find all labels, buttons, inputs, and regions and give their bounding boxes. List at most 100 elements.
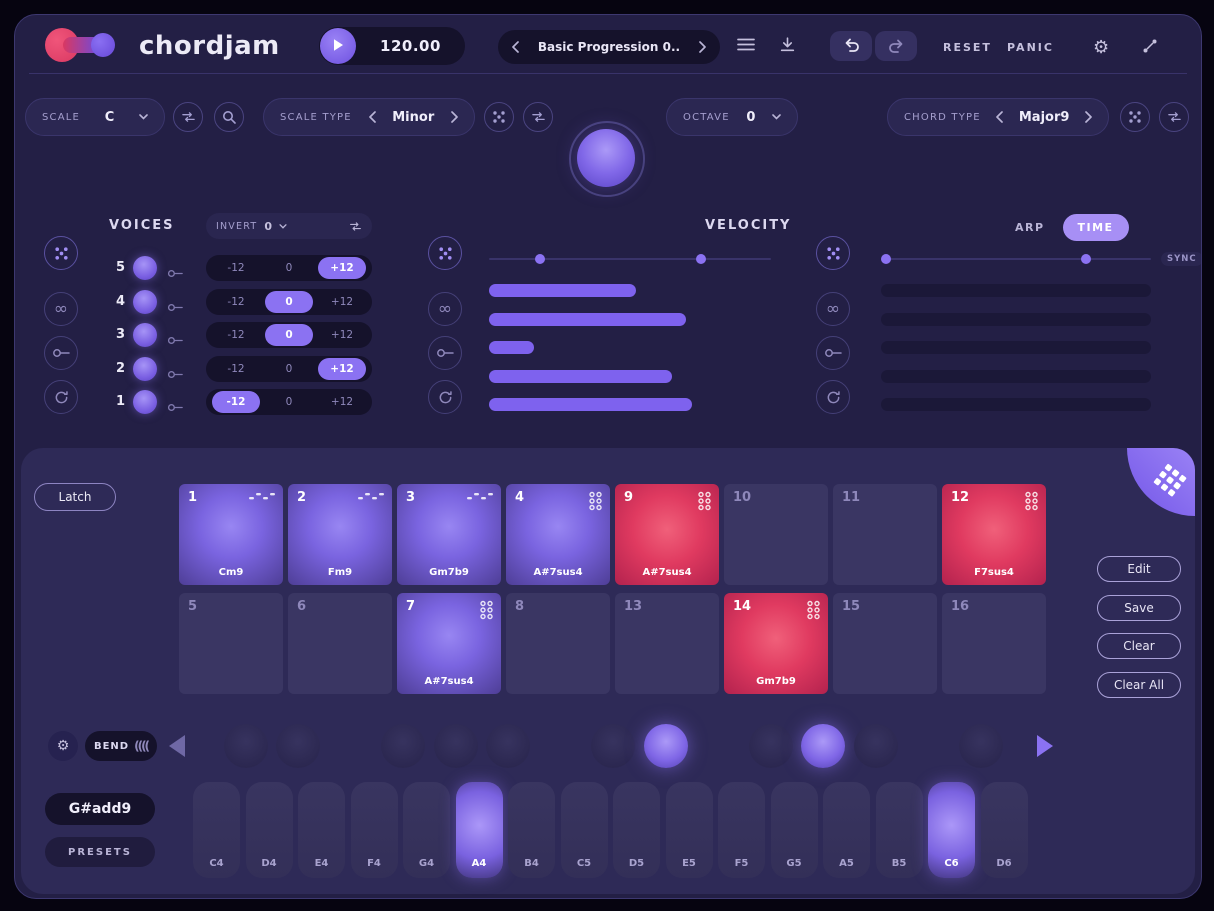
scale-type-selector[interactable]: SCALE TYPE Minor [263,98,475,136]
time-range-handle[interactable] [1081,254,1091,264]
velocity-bar[interactable] [489,370,771,383]
black-key-knob[interactable] [381,724,425,768]
transpose-zero[interactable]: 0 [265,358,313,380]
link-icon[interactable] [167,364,183,383]
white-key[interactable]: G5 [771,782,818,878]
black-key-knob[interactable] [224,724,268,768]
panic-button[interactable]: PANIC [1007,41,1054,54]
infinity-icon[interactable]: ∞ [44,292,78,326]
black-key-knob[interactable] [644,724,688,768]
white-key[interactable]: C5 [561,782,608,878]
black-key-knob[interactable] [801,724,845,768]
bpm-display[interactable]: 120.00 [356,37,465,55]
transpose-minus12[interactable]: -12 [212,291,260,313]
white-key[interactable]: E5 [666,782,713,878]
transpose-plus12[interactable]: +12 [318,257,366,279]
white-key[interactable]: F5 [718,782,765,878]
velocity-bar[interactable] [489,398,771,411]
menu-icon[interactable] [737,38,755,51]
chevron-left-icon[interactable] [369,111,376,123]
chevron-left-icon[interactable] [996,111,1003,123]
voice-toggle[interactable] [133,390,157,414]
presets-button[interactable]: PRESETS [45,837,155,867]
dice-icon[interactable] [484,102,514,132]
voice-toggle[interactable] [133,323,157,347]
infinity-icon[interactable]: ∞ [816,292,850,326]
transpose-minus12[interactable]: -12 [212,324,260,346]
time-bar[interactable] [881,313,1151,326]
reset-button[interactable]: RESET [943,41,992,54]
white-key[interactable]: A5 [823,782,870,878]
time-bar[interactable] [881,341,1151,354]
transpose-minus12[interactable]: -12 [212,391,260,413]
link-icon[interactable] [428,336,462,370]
transpose-zero[interactable]: 0 [265,391,313,413]
link-icon[interactable] [167,397,183,416]
white-key[interactable]: G4 [403,782,450,878]
link-icon[interactable] [816,336,850,370]
time-range-slider[interactable] [881,258,1151,260]
white-key[interactable]: C4 [193,782,240,878]
white-key[interactable]: F4 [351,782,398,878]
time-bar[interactable] [881,284,1151,297]
chevron-right-icon[interactable] [699,41,706,53]
velocity-range-slider[interactable] [489,258,771,260]
refresh-icon[interactable] [44,380,78,414]
redo-button[interactable] [875,31,917,61]
white-key[interactable]: B5 [876,782,923,878]
refresh-icon[interactable] [816,380,850,414]
voice-toggle[interactable] [133,290,157,314]
swap-icon[interactable] [523,102,553,132]
velocity-range-handle[interactable] [535,254,545,264]
velocity-bar[interactable] [489,341,771,354]
download-icon[interactable] [779,36,796,53]
octave-selector[interactable]: OCTAVE 0 [666,98,798,136]
swap-icon[interactable] [1159,102,1189,132]
voice-toggle[interactable] [133,357,157,381]
transpose-plus12[interactable]: +12 [318,391,366,413]
preset-name[interactable]: Basic Progression 0.. [538,40,680,54]
white-key[interactable]: E4 [298,782,345,878]
time-bar[interactable] [881,398,1151,411]
time-bar[interactable] [881,370,1151,383]
white-key[interactable]: D6 [981,782,1028,878]
white-key[interactable]: B4 [508,782,555,878]
white-key[interactable]: D5 [613,782,660,878]
link-icon[interactable] [167,263,183,282]
black-key-knob[interactable] [591,724,635,768]
swap-icon[interactable] [173,102,203,132]
play-button[interactable] [320,28,356,64]
tab-time[interactable]: TIME [1063,214,1129,241]
dice-icon[interactable] [428,236,462,270]
velocity-bar[interactable] [489,284,771,297]
transpose-plus12[interactable]: +12 [318,358,366,380]
dice-icon[interactable] [1120,102,1150,132]
black-key-knob[interactable] [959,724,1003,768]
white-key[interactable]: D4 [246,782,293,878]
link-icon[interactable] [167,330,183,349]
transpose-plus12[interactable]: +12 [318,324,366,346]
chevron-right-icon[interactable] [451,111,458,123]
undo-button[interactable] [830,31,872,61]
swap-icon[interactable] [349,221,362,232]
transpose-zero[interactable]: 0 [265,324,313,346]
gear-icon[interactable]: ⚙ [1093,37,1109,58]
invert-selector[interactable]: INVERT 0 [206,213,372,239]
transpose-minus12[interactable]: -12 [212,358,260,380]
chord-type-selector[interactable]: CHORD TYPE Major9 [887,98,1109,136]
chevron-right-icon[interactable] [1085,111,1092,123]
refresh-icon[interactable] [428,380,462,414]
dice-icon[interactable] [44,236,78,270]
transpose-minus12[interactable]: -12 [212,257,260,279]
voice-toggle[interactable] [133,256,157,280]
black-key-knob[interactable] [854,724,898,768]
random-nodes-icon[interactable] [1142,38,1158,54]
link-icon[interactable] [167,297,183,316]
infinity-icon[interactable]: ∞ [428,292,462,326]
transpose-zero[interactable]: 0 [265,257,313,279]
search-icon[interactable] [214,102,244,132]
tab-arp[interactable]: ARP [1015,221,1045,234]
black-key-knob[interactable] [749,724,793,768]
dice-icon[interactable] [816,236,850,270]
transpose-plus12[interactable]: +12 [318,291,366,313]
